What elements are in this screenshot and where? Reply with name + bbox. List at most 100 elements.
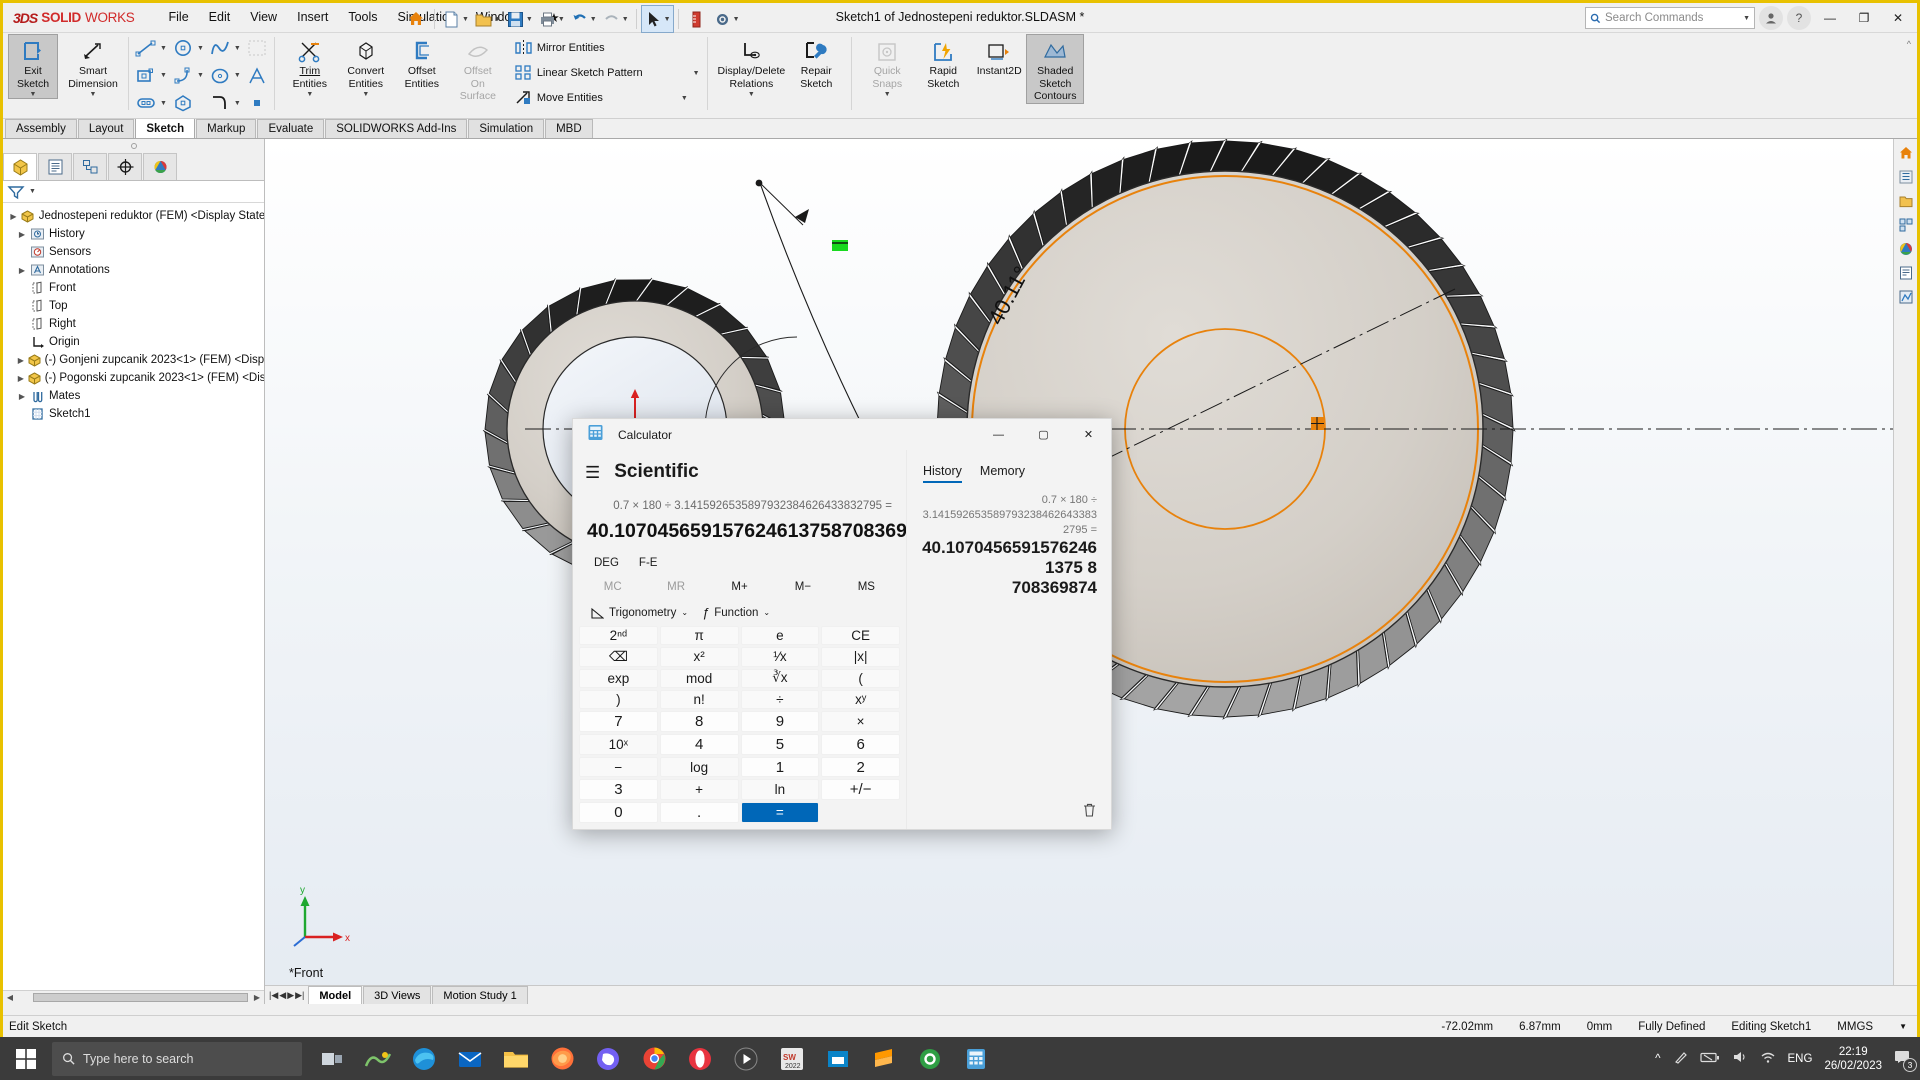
tree-item-mates[interactable]: ▶ Mates: [3, 387, 264, 405]
tab-memory[interactable]: Memory: [980, 464, 1025, 483]
undo-icon[interactable]: ▼: [568, 6, 599, 32]
tab-display-manager[interactable]: [143, 153, 177, 180]
taskbar-clock[interactable]: 22:19 26/02/2023: [1824, 1045, 1882, 1073]
tree-item-pogonski-zupcanik[interactable]: ▶ (-) Pogonski zupcanik 2023<1> (FEM) <D…: [3, 369, 264, 387]
calculator-title-bar[interactable]: Calculator — ▢ ✕: [573, 419, 1111, 450]
tab-markup[interactable]: Markup: [196, 119, 257, 138]
print-icon[interactable]: ▼: [536, 6, 567, 32]
tray-battery-icon[interactable]: [1699, 1051, 1720, 1067]
key-subtract[interactable]: −: [579, 756, 658, 778]
smart-dimension-dropdown[interactable]: ▼: [90, 91, 97, 98]
key-equals[interactable]: =: [740, 802, 820, 823]
mirror-entities-button[interactable]: Mirror Entities: [510, 36, 704, 60]
key-0[interactable]: 0: [579, 802, 658, 823]
tree-item-annotations[interactable]: ▶ Annotations: [3, 261, 264, 279]
tray-volume-icon[interactable]: [1732, 1050, 1748, 1067]
rapid-sketch-button[interactable]: Rapid Sketch: [915, 35, 971, 90]
key-exp[interactable]: exp: [579, 668, 658, 689]
taskpane-simulation-icon[interactable]: [1896, 287, 1916, 307]
key-1[interactable]: 1: [740, 756, 820, 778]
gonjeni-arrow[interactable]: ▶: [15, 356, 27, 365]
history-item[interactable]: 0.7 × 180 ÷ 3.14159265358979323846264338…: [917, 493, 1097, 598]
scroll-left-arrow[interactable]: ◀: [3, 993, 17, 1002]
measure-icon[interactable]: [684, 6, 710, 32]
key-square[interactable]: x²: [659, 646, 739, 667]
key-power[interactable]: xʸ: [821, 690, 900, 710]
status-units[interactable]: MMGS: [1837, 1021, 1873, 1033]
offset-entities-button[interactable]: Offset Entities: [394, 35, 450, 90]
repair-sketch-button[interactable]: Repair Sketch: [788, 35, 844, 90]
tab-dimxpert-manager[interactable]: [108, 153, 142, 180]
tree-item-history[interactable]: ▶ History: [3, 225, 264, 243]
store-icon[interactable]: [818, 1039, 858, 1079]
pogonski-arrow[interactable]: ▶: [15, 374, 27, 383]
fillet-tool-icon[interactable]: [207, 91, 233, 115]
restore-button[interactable]: ❐: [1849, 6, 1879, 30]
taskpane-file-explorer-icon[interactable]: [1896, 191, 1916, 211]
tab-feature-tree[interactable]: [3, 153, 37, 180]
smart-dimension-button[interactable]: Smart Dimension ▼: [65, 35, 121, 98]
tree-item-top-plane[interactable]: Top: [3, 297, 264, 315]
tab-sketch[interactable]: Sketch: [135, 118, 196, 138]
tab-nav-buttons[interactable]: |◀ ◀ ▶ ▶|: [265, 990, 308, 1001]
shaded-sketch-contours-button[interactable]: Shaded Sketch Contours: [1026, 34, 1085, 104]
key-8[interactable]: 8: [659, 711, 739, 732]
convert-entities-button[interactable]: Convert Entities ▼: [338, 35, 394, 98]
user-account-icon[interactable]: [1759, 6, 1783, 30]
fe-toggle[interactable]: F-E: [632, 555, 665, 571]
home-icon[interactable]: [403, 6, 429, 32]
opera-icon[interactable]: [680, 1039, 720, 1079]
menu-edit[interactable]: Edit: [199, 6, 241, 29]
key-e[interactable]: e: [740, 626, 820, 645]
key-ten-power[interactable]: 10ˣ: [579, 733, 658, 755]
minimize-button[interactable]: —: [1815, 6, 1845, 30]
linear-pattern-dropdown[interactable]: ▼: [693, 70, 700, 77]
redo-icon[interactable]: ▼: [600, 6, 631, 32]
key-7[interactable]: 7: [579, 711, 658, 732]
close-button[interactable]: ✕: [1883, 6, 1913, 30]
key-open-paren[interactable]: (: [821, 668, 900, 689]
instant2d-button[interactable]: Instant2D: [971, 35, 1027, 78]
rectangle-tool-icon[interactable]: [133, 64, 159, 88]
history-arrow[interactable]: ▶: [15, 230, 29, 239]
tree-root-arrow[interactable]: ▶: [7, 212, 20, 221]
move-entities-dropdown[interactable]: ▼: [681, 95, 688, 102]
display-delete-dropdown[interactable]: ▼: [748, 91, 755, 98]
viber-icon[interactable]: [588, 1039, 628, 1079]
scroll-thumb[interactable]: [33, 993, 248, 1002]
ribbon-collapse-arrow[interactable]: ^: [1907, 39, 1911, 49]
deg-toggle[interactable]: DEG: [587, 555, 626, 571]
open-document-icon[interactable]: ▼: [472, 6, 503, 32]
trim-dropdown[interactable]: ▼: [306, 91, 313, 98]
key-clear-entry[interactable]: CE: [821, 626, 900, 645]
notification-center-icon[interactable]: 3: [1894, 1049, 1917, 1072]
task-view-icon[interactable]: [312, 1039, 352, 1079]
text-tool-icon[interactable]: [244, 64, 270, 88]
start-button[interactable]: [0, 1037, 52, 1080]
calculator-window[interactable]: Calculator — ▢ ✕ ☰ Scientific 0.7 × 180 …: [572, 418, 1112, 830]
memory-store-button[interactable]: MS: [835, 577, 898, 597]
tab-property-manager[interactable]: [38, 153, 72, 180]
key-cube-root[interactable]: ∛x: [740, 668, 820, 689]
tab-simulation[interactable]: Simulation: [468, 119, 545, 138]
key-mod[interactable]: mod: [659, 668, 739, 689]
tray-pen-icon[interactable]: [1673, 1050, 1688, 1068]
settings-icon[interactable]: [910, 1039, 950, 1079]
key-6[interactable]: 6: [821, 733, 900, 755]
slot-tool-icon[interactable]: [133, 91, 159, 115]
tray-wifi-icon[interactable]: [1760, 1050, 1776, 1067]
taskpane-home-icon[interactable]: [1896, 143, 1916, 163]
tree-root[interactable]: ▶ Jednostepeni reduktor (FEM) <Display S…: [3, 207, 264, 225]
key-pi[interactable]: π: [659, 626, 739, 645]
slot-tool-dropdown[interactable]: ▼: [160, 100, 167, 107]
key-2nd[interactable]: 2ⁿᵈ: [579, 626, 658, 645]
scroll-right-arrow[interactable]: ▶: [250, 993, 264, 1002]
taskbar-search-input[interactable]: Type here to search: [52, 1041, 302, 1076]
key-divide[interactable]: ÷: [740, 690, 820, 710]
arc-tool-dropdown[interactable]: ▼: [197, 72, 204, 79]
hamburger-menu-icon[interactable]: ☰: [585, 464, 600, 481]
key-2[interactable]: 2: [821, 756, 900, 778]
filter-icon[interactable]: [7, 184, 25, 200]
chrome-icon[interactable]: [634, 1039, 674, 1079]
arc-tool-icon[interactable]: [170, 64, 196, 88]
